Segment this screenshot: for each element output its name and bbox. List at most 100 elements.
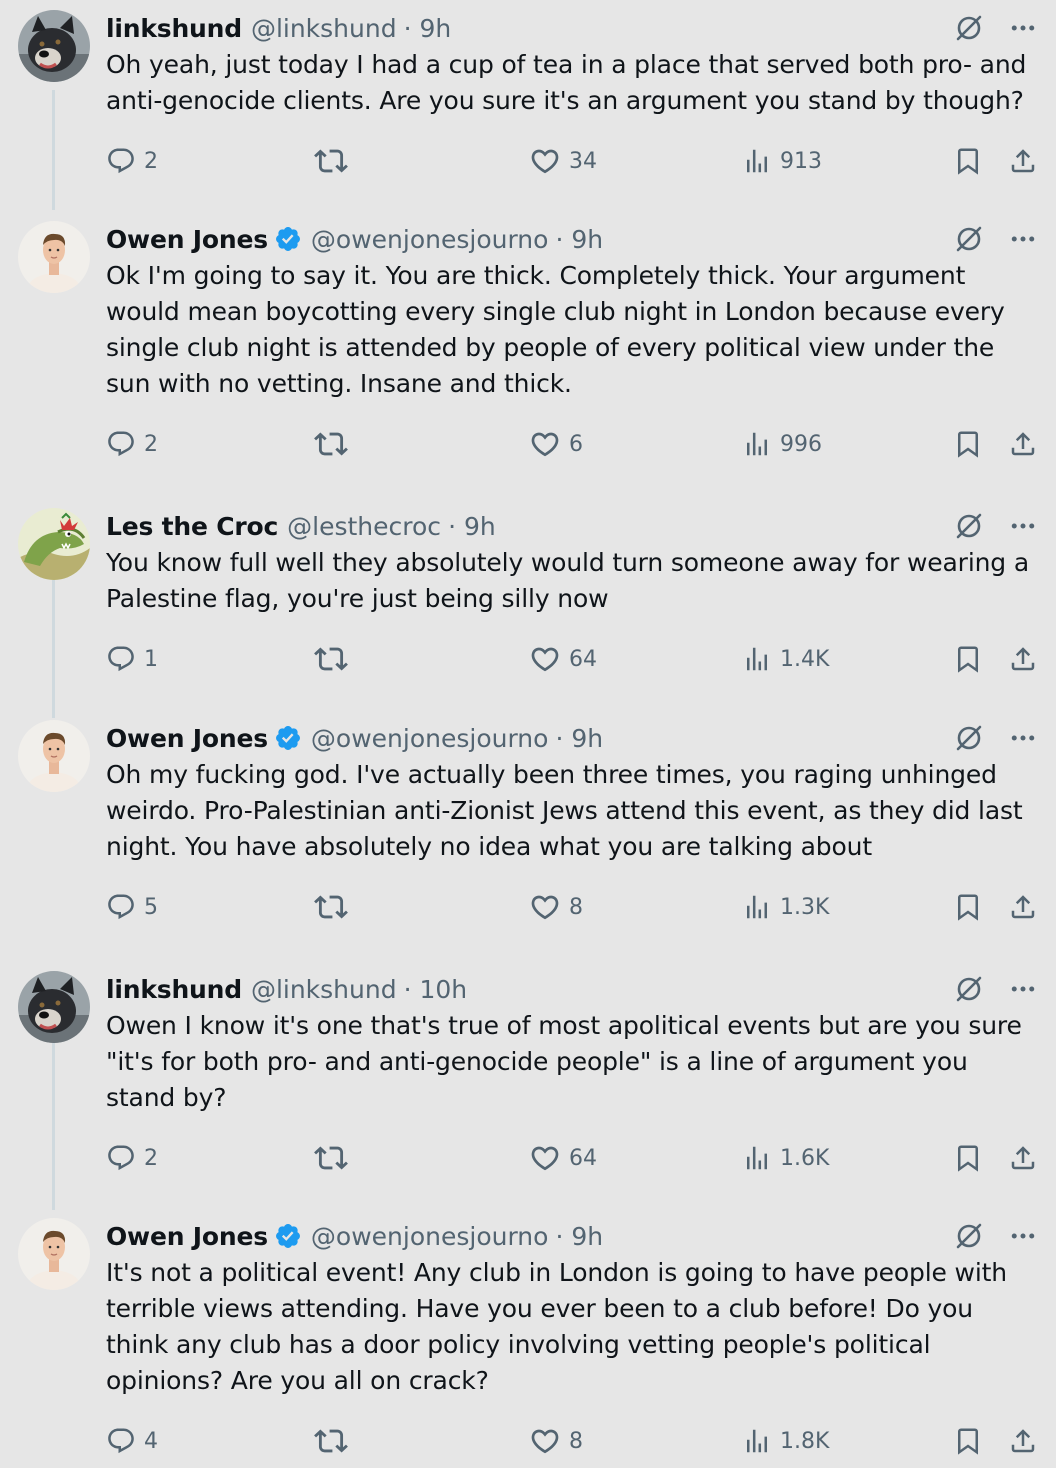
tweet-timestamp[interactable]: · 9h [555,724,603,753]
tweet-header-actions [952,510,1040,542]
retweet-button[interactable] [314,1421,356,1461]
bookmark-icon [953,429,983,459]
author-handle[interactable]: @lesthecroc [287,512,441,541]
retweet-button[interactable] [314,887,356,927]
analytics-icon [742,892,772,922]
bookmark-button[interactable] [953,1421,983,1461]
heart-icon [529,428,561,460]
views-button[interactable]: 1.4K [742,639,829,679]
verified-badge-icon[interactable] [274,225,302,253]
like-button[interactable]: 8 [529,887,583,927]
analytics-icon [742,1143,772,1173]
bookmark-icon [953,1426,983,1456]
like-button[interactable]: 64 [529,639,597,679]
share-button[interactable] [1008,424,1038,464]
grok-icon[interactable] [952,223,986,255]
verified-badge-icon[interactable] [274,724,302,752]
views-button[interactable]: 1.3K [742,887,829,927]
like-button[interactable]: 8 [529,1421,583,1461]
tweet-timestamp[interactable]: · 9h [404,14,452,43]
retweet-button[interactable] [314,141,356,181]
thread-line [52,1040,55,1210]
grok-icon[interactable] [952,510,986,542]
reply-icon [106,892,136,922]
tweet-content: linkshund @linkshund · 9h Oh yeah, just tod… [106,10,1056,119]
verified-badge-icon[interactable] [274,1222,302,1250]
grok-icon[interactable] [952,722,986,754]
bookmark-button[interactable] [953,141,983,181]
tweet-timestamp[interactable]: · 9h [555,1222,603,1251]
like-button[interactable]: 64 [529,1138,597,1178]
tweet-timestamp[interactable]: · 9h [555,225,603,254]
more-options-icon[interactable] [1006,12,1040,44]
share-button[interactable] [1008,639,1038,679]
more-options-icon[interactable] [1006,510,1040,542]
views-count: 913 [780,148,822,174]
more-options-icon[interactable] [1006,973,1040,1005]
retweet-icon [314,890,348,924]
reply-button[interactable]: 2 [106,1138,158,1178]
reply-button[interactable]: 2 [106,424,158,464]
tweet-text: Oh yeah, just today I had a cup of tea i… [106,50,1027,115]
share-button[interactable] [1008,887,1038,927]
tweet-header-actions [952,1220,1040,1252]
reply-button[interactable]: 2 [106,141,158,181]
grok-icon[interactable] [952,1220,986,1252]
author-handle[interactable]: @linkshund [251,975,397,1004]
reply-button[interactable]: 5 [106,887,158,927]
views-button[interactable]: 996 [742,424,822,464]
croc-avatar[interactable] [18,508,90,580]
more-options-icon[interactable] [1006,1220,1040,1252]
replies-count: 1 [144,646,158,672]
grok-icon[interactable] [952,12,986,44]
man-avatar[interactable] [18,1218,90,1290]
views-button[interactable]: 913 [742,141,822,181]
tweet-header-actions [952,223,1040,255]
likes-count: 64 [569,646,597,672]
grok-icon[interactable] [952,973,986,1005]
tweet-header: Owen Jones @owenjonesjourno · 9h [106,1218,1056,1254]
bookmark-button[interactable] [953,424,983,464]
bookmark-button[interactable] [953,639,983,679]
tweet-header: linkshund @linkshund · 10h [106,971,1056,1007]
man-avatar[interactable] [18,720,90,792]
author-handle[interactable]: @owenjonesjourno [311,1222,549,1251]
retweet-button[interactable] [314,639,356,679]
views-button[interactable]: 1.8K [742,1421,829,1461]
share-button[interactable] [1008,1138,1038,1178]
dog-avatar[interactable] [18,971,90,1043]
views-button[interactable]: 1.6K [742,1138,829,1178]
like-button[interactable]: 34 [529,141,597,181]
man-avatar[interactable] [18,221,90,293]
author-name[interactable]: linkshund [106,14,242,43]
dog-avatar[interactable] [18,10,90,82]
tweet-timestamp[interactable]: · 9h [448,512,496,541]
author-handle[interactable]: @owenjonesjourno [311,225,549,254]
share-button[interactable] [1008,141,1038,181]
author-name[interactable]: Owen Jones [106,1222,268,1251]
author-handle[interactable]: @linkshund [251,14,397,43]
more-options-icon[interactable] [1006,722,1040,754]
author-name[interactable]: linkshund [106,975,242,1004]
bookmark-button[interactable] [953,887,983,927]
reply-button[interactable]: 1 [106,639,158,679]
author-name[interactable]: Owen Jones [106,724,268,753]
tweet-text: Ok I'm going to say it. You are thick. C… [106,261,1005,398]
replies-count: 2 [144,148,158,174]
share-button[interactable] [1008,1421,1038,1461]
like-button[interactable]: 6 [529,424,583,464]
retweet-button[interactable] [314,424,356,464]
tweet-header-actions [952,12,1040,44]
reply-button[interactable]: 4 [106,1421,158,1461]
author-name[interactable]: Les the Croc [106,512,278,541]
retweet-icon [314,427,348,461]
retweet-button[interactable] [314,1138,356,1178]
more-options-icon[interactable] [1006,223,1040,255]
share-icon [1008,892,1038,922]
bookmark-button[interactable] [953,1138,983,1178]
author-handle[interactable]: @owenjonesjourno [311,724,549,753]
tweet-text: It's not a political event! Any club in … [106,1258,1007,1395]
author-name[interactable]: Owen Jones [106,225,268,254]
tweet-timestamp[interactable]: · 10h [404,975,468,1004]
views-count: 1.6K [780,1145,830,1171]
